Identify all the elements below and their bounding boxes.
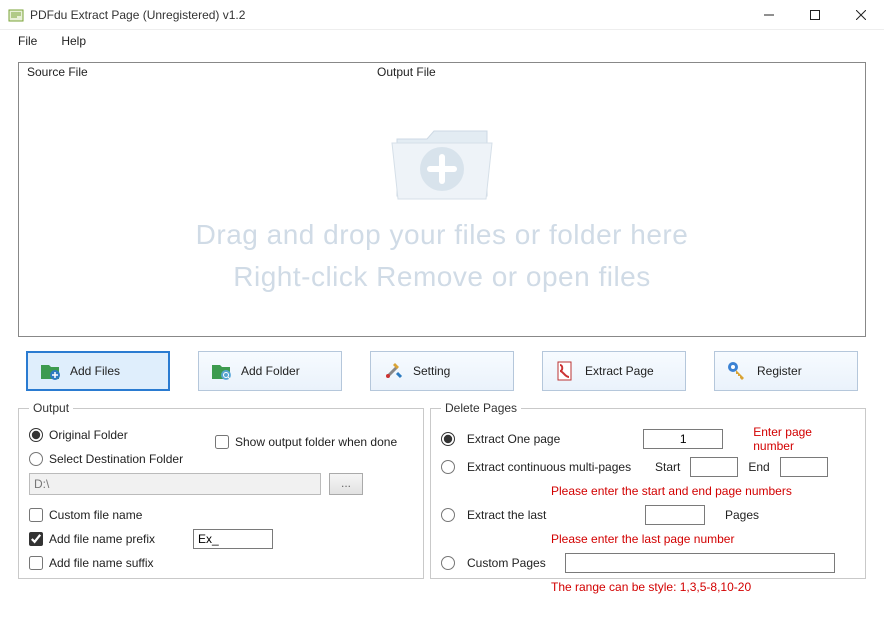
pages-label: Pages — [725, 508, 759, 522]
last-hint: Please enter the last page number — [551, 532, 734, 546]
setting-label: Setting — [413, 364, 450, 378]
multi-hint: Please enter the start and end page numb… — [551, 484, 792, 498]
custom-pages-input[interactable] — [565, 553, 835, 573]
extract-last-label: Extract the last — [467, 508, 639, 522]
one-page-input[interactable] — [643, 429, 723, 449]
delete-legend: Delete Pages — [441, 401, 521, 415]
add-folder-label: Add Folder — [241, 364, 300, 378]
browse-button[interactable]: ... — [329, 473, 363, 495]
suffix-label: Add file name suffix — [49, 556, 154, 570]
file-list-headers: Source File Output File — [19, 63, 865, 83]
custom-name-checkbox[interactable] — [29, 508, 43, 522]
original-folder-label: Original Folder — [49, 428, 128, 442]
drop-hint-line1: Drag and drop your files or folder here — [196, 214, 689, 256]
titlebar: PDFdu Extract Page (Unregistered) v1.2 — [0, 0, 884, 30]
add-folder-icon — [209, 359, 233, 383]
suffix-checkbox[interactable] — [29, 556, 43, 570]
start-label: Start — [655, 460, 680, 474]
setting-icon — [381, 359, 405, 383]
app-icon — [8, 7, 24, 23]
select-dest-label: Select Destination Folder — [49, 452, 183, 466]
add-files-label: Add Files — [70, 364, 120, 378]
end-input[interactable] — [780, 457, 828, 477]
prefix-label: Add file name prefix — [49, 532, 189, 546]
register-icon — [725, 359, 749, 383]
output-legend: Output — [29, 401, 73, 415]
delete-pages-group: Delete Pages Extract One page Enter page… — [430, 401, 866, 579]
output-group: Output Show output folder when done Orig… — [18, 401, 424, 579]
add-files-button[interactable]: Add Files — [26, 351, 170, 391]
extract-multi-label: Extract continuous multi-pages — [467, 460, 649, 474]
extract-multi-radio[interactable] — [441, 460, 455, 474]
header-output-file[interactable]: Output File — [369, 63, 865, 83]
minimize-button[interactable] — [746, 0, 792, 30]
toolbar: Add Files Add Folder Setting Extract Pag… — [18, 351, 866, 391]
setting-button[interactable]: Setting — [370, 351, 514, 391]
extract-page-button[interactable]: Extract Page — [542, 351, 686, 391]
extract-page-icon — [553, 359, 577, 383]
start-input[interactable] — [690, 457, 738, 477]
extract-page-label: Extract Page — [585, 364, 654, 378]
show-output-row: Show output folder when done — [215, 435, 397, 449]
menu-file[interactable]: File — [8, 32, 47, 50]
extract-one-radio[interactable] — [441, 432, 455, 446]
dest-path-input — [29, 473, 321, 495]
window-title: PDFdu Extract Page (Unregistered) v1.2 — [30, 8, 746, 22]
drop-zone[interactable]: Drag and drop your files or folder here … — [19, 83, 865, 336]
one-page-hint: Enter page number — [753, 425, 855, 453]
header-source-file[interactable]: Source File — [19, 63, 369, 83]
custom-hint: The range can be style: 1,3,5-8,10-20 — [551, 580, 751, 594]
window-controls — [746, 0, 884, 30]
register-label: Register — [757, 364, 802, 378]
extract-one-label: Extract One page — [467, 432, 637, 446]
add-folder-button[interactable]: Add Folder — [198, 351, 342, 391]
show-output-checkbox[interactable] — [215, 435, 229, 449]
menubar: File Help — [0, 30, 884, 52]
file-list-panel[interactable]: Source File Output File Drag and drop yo… — [18, 62, 866, 337]
maximize-button[interactable] — [792, 0, 838, 30]
add-files-icon — [38, 359, 62, 383]
select-dest-radio[interactable] — [29, 452, 43, 466]
prefix-checkbox[interactable] — [29, 532, 43, 546]
menu-help[interactable]: Help — [51, 32, 96, 50]
custom-name-label: Custom file name — [49, 508, 142, 522]
custom-pages-radio[interactable] — [441, 556, 455, 570]
close-button[interactable] — [838, 0, 884, 30]
register-button[interactable]: Register — [714, 351, 858, 391]
prefix-input[interactable] — [193, 529, 273, 549]
original-folder-radio[interactable] — [29, 428, 43, 442]
folder-plus-icon — [382, 111, 502, 214]
last-input[interactable] — [645, 505, 705, 525]
drop-hint-line2: Right-click Remove or open files — [233, 256, 651, 298]
show-output-label: Show output folder when done — [235, 435, 397, 449]
extract-last-radio[interactable] — [441, 508, 455, 522]
end-label: End — [748, 460, 769, 474]
custom-pages-label: Custom Pages — [467, 556, 559, 570]
